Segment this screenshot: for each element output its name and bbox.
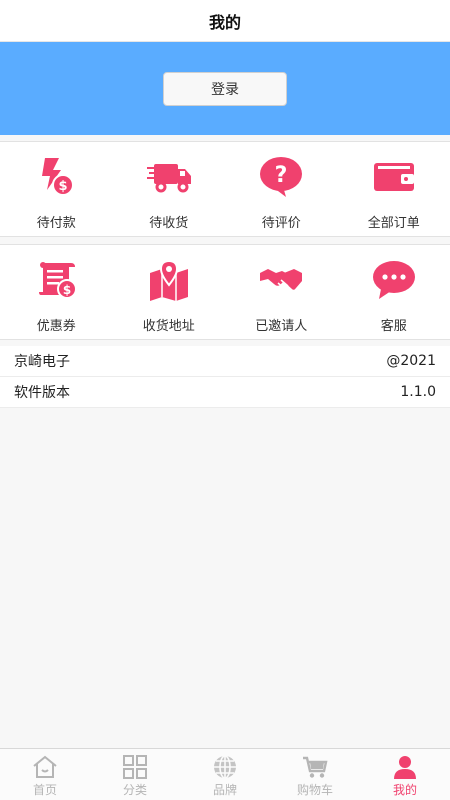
pending-receipt-label: 待收货	[149, 216, 189, 231]
top-bar: 我的	[0, 0, 450, 42]
handshake-icon	[260, 269, 303, 290]
page-title: 我的	[208, 12, 241, 32]
tab-cart[interactable]: 购物车	[270, 749, 360, 800]
wallet-icon	[373, 163, 414, 191]
cart-icon	[303, 756, 328, 778]
tab-profile-label: 我的	[392, 783, 417, 797]
coupon-label: 优惠券	[36, 319, 76, 334]
all-orders-label: 全部订单	[367, 216, 420, 231]
pending-payment-item[interactable]: $ 待付款	[0, 142, 113, 236]
pending-review-item[interactable]: ? 待评价	[225, 142, 338, 236]
company-row: 京崎电子 @2021	[0, 346, 450, 377]
pending-review-label: 待评价	[261, 216, 301, 231]
user-icon	[394, 756, 416, 779]
question-bubble-icon: ?	[260, 157, 303, 197]
profile-banner: 登录	[0, 42, 450, 135]
tab-brand[interactable]: 品牌	[180, 749, 270, 800]
svg-text:$: $	[63, 283, 71, 297]
company-label: 京崎电子	[14, 354, 70, 370]
tab-home[interactable]: 首页	[0, 749, 90, 800]
version-label: 软件版本	[14, 385, 70, 401]
home-icon	[33, 755, 57, 778]
version-value: 1.1.0	[400, 384, 436, 400]
address-item[interactable]: 收货地址	[113, 245, 226, 339]
tab-category-label: 分类	[122, 783, 147, 797]
login-button[interactable]: 登录	[163, 71, 287, 106]
pending-receipt-item[interactable]: 待收货	[113, 142, 226, 236]
bottom-tab-bar: 首页 分类 品牌 购物车 我的	[0, 748, 450, 800]
customer-service-label: 客服	[380, 319, 407, 334]
delivery-truck-icon	[146, 164, 191, 193]
version-row: 软件版本 1.1.0	[0, 377, 450, 408]
chat-bubble-icon	[372, 261, 415, 299]
pending-payment-label: 待付款	[36, 216, 76, 231]
map-pin-icon	[149, 259, 188, 301]
globe-icon	[214, 755, 236, 779]
all-orders-item[interactable]: 全部订单	[338, 142, 450, 236]
tab-brand-label: 品牌	[212, 783, 237, 797]
tab-category[interactable]: 分类	[90, 749, 180, 800]
address-label: 收货地址	[142, 319, 195, 334]
svg-text:$: $	[59, 179, 68, 194]
info-list: 京崎电子 @2021 软件版本 1.1.0	[0, 346, 450, 408]
pending-payment-icon: $	[42, 158, 75, 196]
order-status-row: $ 待付款 待收货 ? 待评价 全部订单	[0, 141, 450, 237]
customer-service-item[interactable]: 客服	[338, 245, 450, 339]
tab-cart-label: 购物车	[296, 783, 333, 797]
coupon-scroll-icon: $	[39, 262, 78, 299]
copyright-value: @2021	[386, 353, 436, 369]
invited-item[interactable]: 已邀请人	[225, 245, 338, 339]
svg-text:?: ?	[275, 163, 288, 188]
services-row: $ 优惠券 收货地址 已邀请人 客服	[0, 244, 450, 340]
tab-home-label: 首页	[32, 783, 57, 797]
invited-label: 已邀请人	[255, 319, 308, 334]
coupon-item[interactable]: $ 优惠券	[0, 245, 113, 339]
tab-profile[interactable]: 我的	[360, 749, 450, 800]
grid-icon	[123, 755, 147, 779]
